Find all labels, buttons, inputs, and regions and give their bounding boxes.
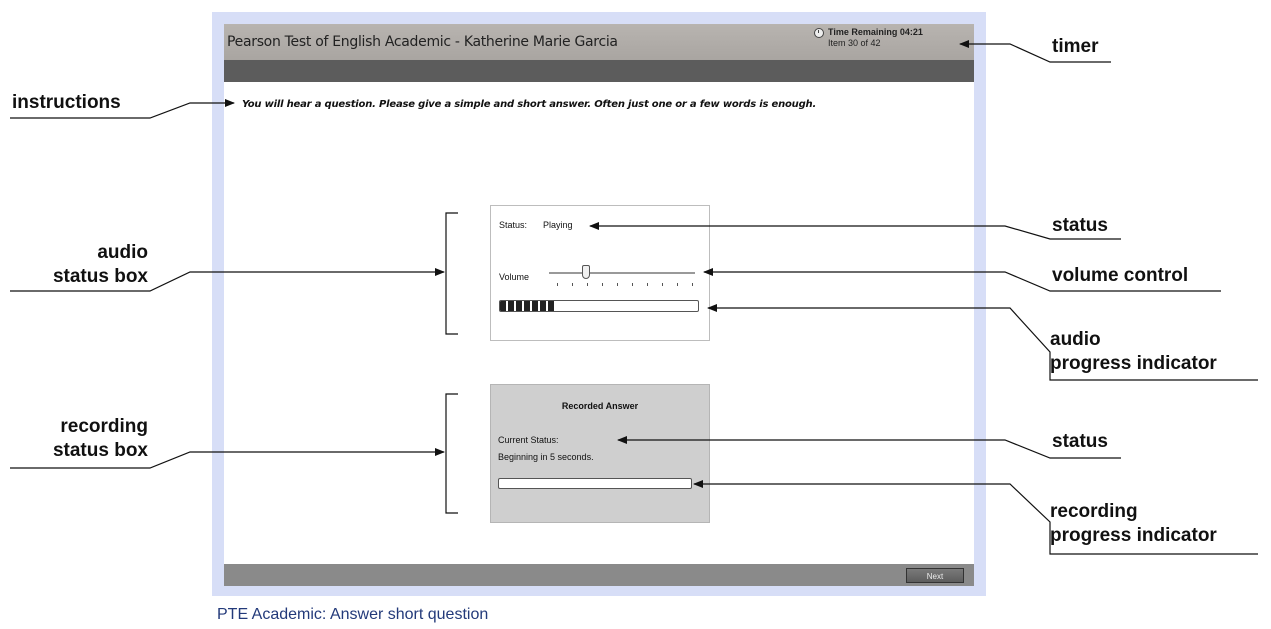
recorded-answer-title: Recorded Answer bbox=[561, 401, 639, 411]
volume-tick bbox=[572, 283, 573, 286]
audio-status-value: Playing bbox=[543, 220, 573, 230]
callout-instructions: instructions bbox=[12, 92, 121, 113]
callout-audio-progress-line2: progress indicator bbox=[1050, 353, 1217, 374]
callout-volume-control: volume control bbox=[1052, 265, 1189, 286]
volume-tick bbox=[587, 283, 588, 286]
volume-tick bbox=[662, 283, 663, 286]
audio-progress-fill bbox=[500, 301, 556, 311]
time-remaining: Time Remaining 04:21 bbox=[828, 27, 923, 37]
callout-audio-progress: audio progress indicator bbox=[1050, 328, 1217, 376]
callout-recording-status: status bbox=[1052, 431, 1108, 452]
callout-recording-progress-line1: recording bbox=[1050, 501, 1138, 522]
volume-tick bbox=[557, 283, 558, 286]
instructions-text: You will hear a question. Please give a … bbox=[242, 99, 817, 110]
audio-status-box: Status: Playing Volume bbox=[490, 205, 710, 341]
volume-label: Volume bbox=[499, 272, 530, 282]
app-title: Pearson Test of English Academic - Kathe… bbox=[227, 34, 618, 50]
callout-recording-box-line2: status box bbox=[52, 440, 148, 461]
volume-tick bbox=[692, 283, 693, 286]
callout-recording-box-line1: recording bbox=[60, 416, 148, 437]
audio-progress-bar bbox=[499, 300, 699, 312]
volume-tick bbox=[647, 283, 648, 286]
recording-status-box: Recorded Answer Current Status: Beginnin… bbox=[490, 384, 710, 523]
volume-slider-track[interactable] bbox=[549, 272, 695, 274]
clock-icon bbox=[814, 28, 824, 38]
callout-timer: timer bbox=[1052, 36, 1099, 57]
test-screen: Pearson Test of English Academic - Kathe… bbox=[224, 24, 974, 586]
volume-ticks bbox=[549, 283, 695, 286]
volume-tick bbox=[617, 283, 618, 286]
callout-audio-box: audio status box bbox=[26, 241, 148, 289]
audio-status-label: Status: bbox=[499, 220, 528, 230]
callout-audio-progress-line1: audio bbox=[1050, 329, 1101, 350]
volume-tick bbox=[632, 283, 633, 286]
recording-status-message: Beginning in 5 seconds. bbox=[498, 452, 594, 462]
callout-audio-box-line2: status box bbox=[52, 266, 148, 287]
volume-tick bbox=[677, 283, 678, 286]
callout-audio-box-line1: audio bbox=[97, 242, 148, 263]
toolbar-strip bbox=[224, 60, 974, 82]
callout-recording-progress-line2: progress indicator bbox=[1050, 525, 1217, 546]
current-status-label: Current Status: bbox=[498, 435, 559, 445]
volume-slider-handle[interactable] bbox=[581, 265, 590, 279]
footer-bar: Next bbox=[224, 564, 974, 586]
recording-progress-bar bbox=[498, 478, 692, 489]
callout-recording-box: recording status box bbox=[26, 415, 148, 463]
callout-audio-status: status bbox=[1052, 215, 1108, 236]
volume-tick bbox=[602, 283, 603, 286]
title-bar: Pearson Test of English Academic - Kathe… bbox=[224, 24, 974, 61]
callout-recording-progress: recording progress indicator bbox=[1050, 500, 1217, 548]
figure-caption: PTE Academic: Answer short question bbox=[217, 606, 489, 623]
next-button[interactable]: Next bbox=[906, 568, 964, 583]
item-counter: Item 30 of 42 bbox=[828, 38, 881, 48]
